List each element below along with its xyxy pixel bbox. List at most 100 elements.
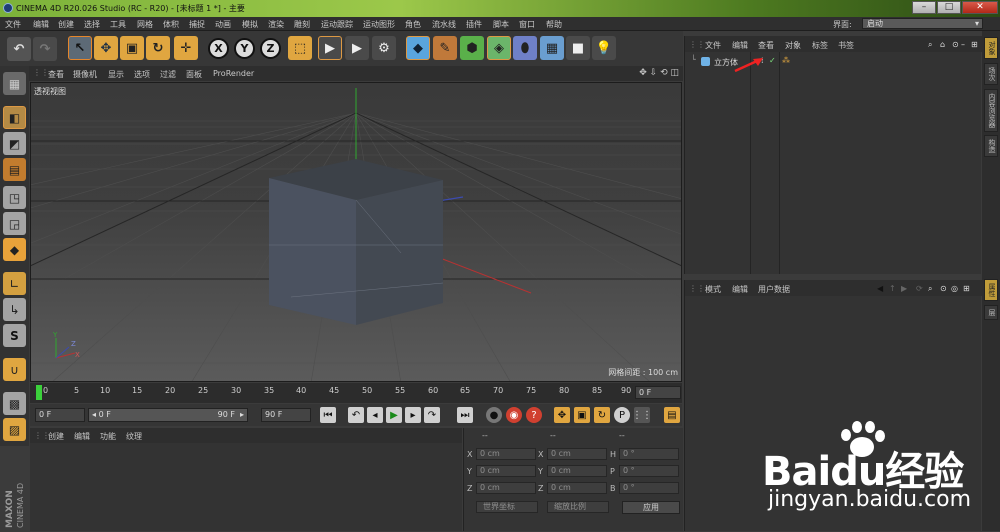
minimize-button[interactable]: – (912, 1, 936, 14)
key-position-icon[interactable]: ✥ (554, 407, 570, 423)
size-x-field[interactable]: 0 cm (547, 448, 607, 460)
menu-volume[interactable]: 体积 (163, 19, 179, 30)
material-menu-function[interactable]: 功能 (100, 431, 116, 442)
menu-mograph[interactable]: 运动图形 (363, 19, 395, 30)
cube-primitive-icon[interactable]: ◆ (406, 36, 430, 60)
film-strip-icon[interactable]: ▤ (664, 407, 680, 423)
enabled-check-icon[interactable]: ✓ (769, 56, 776, 65)
go-to-start-icon[interactable]: ⏮ (320, 407, 336, 423)
tweak-mode-icon[interactable]: ↳ (3, 298, 26, 321)
subdivision-icon[interactable]: ⬢ (460, 36, 484, 60)
menu-simulate[interactable]: 模拟 (242, 19, 258, 30)
current-frame-input[interactable]: 0 F (35, 408, 85, 422)
viewport-menu-cameras[interactable]: 摄像机 (73, 69, 97, 80)
edges-mode-icon[interactable]: ◲ (3, 212, 26, 235)
snap-icon[interactable]: S (3, 324, 26, 347)
key-rotation-icon[interactable]: ↻ (594, 407, 610, 423)
menu-mesh[interactable]: 网格 (137, 19, 153, 30)
axis-mode-icon[interactable]: ∟ (3, 272, 26, 295)
render-settings-icon[interactable]: ⚙ (372, 36, 396, 60)
cloner-icon[interactable]: ◈ (487, 36, 511, 60)
object-search-icon[interactable]: ⌕ (928, 40, 932, 50)
phong-tag-icon[interactable]: ⁂ (782, 56, 790, 65)
layout-select[interactable]: 启动 ▾ (862, 18, 983, 29)
next-key-icon[interactable]: ↷ (424, 407, 440, 423)
material-menu-texture[interactable]: 纹理 (126, 431, 142, 442)
object-menu-bookmarks[interactable]: 书签 (838, 40, 854, 51)
camera-icon[interactable]: ■ (566, 36, 590, 60)
tab-attributes[interactable]: 属性 (984, 279, 998, 301)
x-axis-icon[interactable]: X (208, 38, 229, 59)
menu-sculpt[interactable]: 雕刻 (294, 19, 310, 30)
current-frame-field[interactable]: 0 F (635, 386, 681, 399)
object-row-cube[interactable]: └ 立方体 ⁞ ✓ ⁂ (685, 55, 982, 73)
previous-frame-icon[interactable]: ◂ (367, 407, 383, 423)
autokey-icon[interactable]: ◉ (506, 407, 522, 423)
menu-pipeline[interactable]: 流水线 (432, 19, 456, 30)
object-menu-objects[interactable]: 对象 (785, 40, 801, 51)
back-arrow-icon[interactable]: ◀ (877, 284, 883, 293)
position-z-field[interactable]: 0 cm (476, 482, 536, 494)
planar-workplane-icon[interactable]: ▨ (3, 418, 26, 441)
size-y-field[interactable]: 0 cm (547, 465, 607, 477)
tab-structure[interactable]: 构造 (984, 135, 998, 157)
menu-motion-tracking[interactable]: 运动跟踪 (321, 19, 353, 30)
timeline-ruler[interactable]: 0 5 10 15 20 25 30 35 40 45 50 55 60 65 … (30, 383, 682, 403)
menu-select[interactable]: 选择 (84, 19, 100, 30)
coordinate-system-select[interactable]: 世界坐标 (476, 501, 538, 513)
select-cursor-icon[interactable]: ↖ (68, 36, 92, 60)
link-icon[interactable]: ◎ (951, 284, 958, 293)
rotate-icon[interactable]: ↻ (146, 36, 170, 60)
viewport-menu-view[interactable]: 查看 (48, 69, 64, 80)
next-frame-icon[interactable]: ▸ (405, 407, 421, 423)
redo-icon[interactable]: ↷ (33, 37, 57, 61)
viewport-menu-options[interactable]: 选项 (134, 69, 150, 80)
rotation-p-field[interactable]: 0 ° (619, 465, 679, 477)
rotation-h-field[interactable]: 0 ° (619, 448, 679, 460)
preview-range-slider[interactable]: ◂ 0 F 90 F ▸ (88, 408, 248, 422)
lock-icon[interactable]: ⊙ (940, 284, 947, 293)
maximize-button[interactable]: □ (937, 1, 961, 14)
menu-character[interactable]: 角色 (405, 19, 421, 30)
previous-key-icon[interactable]: ↶ (348, 407, 364, 423)
forward-arrow-icon[interactable]: ▶ (901, 284, 907, 293)
workplane-mode-icon[interactable]: ▤ (3, 158, 26, 181)
max-frame-input[interactable]: 90 F (261, 408, 311, 422)
new-view-icon[interactable]: ⊞ (971, 40, 978, 49)
deformer-icon[interactable]: ⬮ (513, 36, 537, 60)
menu-help[interactable]: 帮助 (546, 19, 562, 30)
tab-layers[interactable]: 层 (984, 305, 998, 320)
viewport-menu-panel[interactable]: 面板 (186, 69, 202, 80)
history-icon[interactable]: ⟳ (916, 284, 923, 293)
make-editable-icon[interactable]: ▦ (3, 72, 26, 95)
size-z-field[interactable]: 0 cm (547, 482, 607, 494)
go-to-end-icon[interactable]: ⏭ (457, 407, 473, 423)
playhead-marker[interactable] (36, 385, 42, 400)
menu-edit[interactable]: 编辑 (33, 19, 49, 30)
attr-menu-mode[interactable]: 模式 (705, 284, 721, 295)
attr-menu-edit[interactable]: 编辑 (732, 284, 748, 295)
perspective-viewport[interactable]: Y Z X 透视视图 网格间距 : 100 cm (30, 82, 682, 382)
rotation-b-field[interactable]: 0 ° (619, 482, 679, 494)
size-mode-select[interactable]: 缩放比例 (547, 501, 609, 513)
menu-file[interactable]: 文件 (5, 19, 21, 30)
tab-takes[interactable]: 场次 (984, 63, 998, 85)
menu-animate[interactable]: 动画 (215, 19, 231, 30)
viewport-menu-filter[interactable]: 过滤 (160, 69, 176, 80)
object-menu-tags[interactable]: 标签 (812, 40, 828, 51)
menu-render[interactable]: 渲染 (268, 19, 284, 30)
polygons-mode-icon[interactable]: ◆ (3, 238, 26, 261)
home-icon[interactable]: ⌂ (940, 40, 945, 49)
tab-objects[interactable]: 对象 (984, 37, 998, 59)
render-picture-viewer-icon[interactable]: ▶ (345, 36, 369, 60)
undo-icon[interactable]: ↶ (7, 37, 31, 61)
menu-window[interactable]: 窗口 (519, 19, 535, 30)
keyframe-selection-icon[interactable]: ? (526, 407, 542, 423)
view-toggle-icon[interactable]: ⊙ (952, 40, 959, 49)
scale-icon[interactable]: ▣ (120, 36, 144, 60)
recent-tool-icon[interactable]: ✛ (174, 36, 198, 60)
record-active-icon[interactable]: ● (486, 407, 502, 423)
lock-workplane-icon[interactable]: ▩ (3, 392, 26, 415)
menu-script[interactable]: 脚本 (493, 19, 509, 30)
tab-content-browser[interactable]: 内容浏览器 (984, 89, 998, 132)
